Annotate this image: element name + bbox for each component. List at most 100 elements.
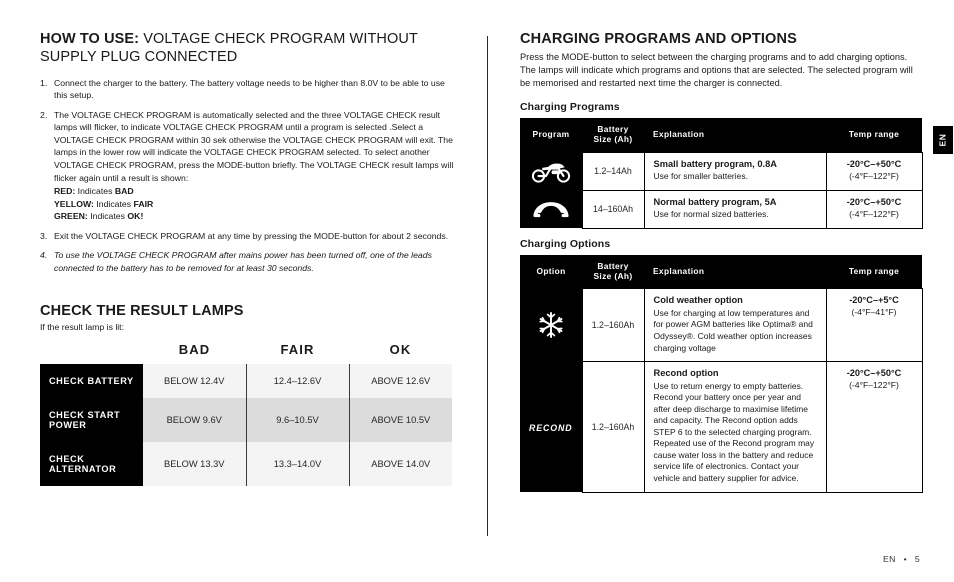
result-lamps-section: CHECK THE RESULT LAMPS If the result lam… <box>40 302 460 487</box>
programs-temp-range: -20°C–+50°C (-4°F–122°F) <box>825 151 923 191</box>
charging-programs-caption: Charging Programs <box>520 101 620 114</box>
step-item-1: 1. Connect the charger to the battery. T… <box>40 77 460 102</box>
step-text: Connect the charger to the battery. The … <box>54 77 445 101</box>
result-cell-bad: BELOW 13.3V <box>143 442 246 487</box>
how-to-use-heading-bold: HOW TO USE: <box>40 31 140 47</box>
right-column: CHARGING PROGRAMS AND OPTIONS Press the … <box>520 30 923 493</box>
programs-header-battery-size: Battery Size (Ah) <box>582 118 644 153</box>
lamp-result-value: FAIR <box>133 198 154 209</box>
step-text: Exit the VOLTAGE CHECK PROGRAM at any ti… <box>54 230 449 241</box>
lamp-color-label: YELLOW: <box>54 198 94 209</box>
charging-programs-title: CHARGING PROGRAMS AND OPTIONS <box>520 31 797 47</box>
programs-explanation-title: Normal battery program, 5A <box>653 196 777 207</box>
lamp-result-value: OK! <box>127 211 144 222</box>
result-lamps-table: BAD FAIR OK CHECK BATTERY BELOW 12.4V 12… <box>40 342 452 487</box>
programs-header-explanation: Explanation <box>644 118 826 153</box>
step-number: 2. <box>40 109 48 120</box>
step-item-2: 2. The VOLTAGE CHECK PROGRAM is automati… <box>40 109 460 223</box>
lamp-result-yellow: YELLOW: Indicates FAIR <box>54 198 460 211</box>
snowflake-icon-glyph <box>539 312 563 339</box>
lamp-result-list: RED: Indicates BAD YELLOW: Indicates FAI… <box>54 185 460 223</box>
snowflake-icon <box>520 288 582 362</box>
options-explanation-title: Recond option <box>653 368 719 379</box>
programs-table-body: 1.2–14Ah Small battery program, 0.8A Use… <box>520 151 923 229</box>
car-icon <box>520 190 582 229</box>
lamp-middle-text: Indicates <box>87 211 128 222</box>
motorcycle-icon <box>520 152 582 191</box>
programs-explanation: Normal battery program, 5A Use for norma… <box>643 189 827 229</box>
temp-celsius: -20°C–+5°C <box>849 295 899 306</box>
footer-language: EN <box>883 554 896 564</box>
temp-fahrenheit: (-4°F–122°F) <box>849 170 899 181</box>
options-header-battery-size: Battery Size (Ah) <box>582 254 644 289</box>
result-header-bad: BAD <box>143 342 246 365</box>
result-header-fair: FAIR <box>246 342 349 365</box>
table-row: 14–160Ah Normal battery program, 5A Use … <box>520 189 923 229</box>
battery-size-line2: Size (Ah) <box>593 133 633 144</box>
lamp-result-green: GREEN: Indicates OK! <box>54 210 460 223</box>
programs-header-temp-range: Temp range <box>826 118 922 153</box>
programs-header-row: Program Battery Size (Ah) Explanation Te… <box>520 118 922 153</box>
language-tab-label: EN <box>937 133 948 147</box>
result-cell-ok: ABOVE 14.0V <box>348 442 452 487</box>
result-header-ok: OK <box>349 342 452 365</box>
programs-explanation-body: Use for normal sized batteries. <box>653 209 769 220</box>
options-explanation: Cold weather option Use for charging at … <box>643 288 827 363</box>
options-explanation-title: Cold weather option <box>653 295 743 306</box>
battery-size-line1: Battery <box>597 260 629 271</box>
programs-table-head: Program Battery Size (Ah) Explanation Te… <box>520 118 922 153</box>
temp-celsius: -20°C–+50°C <box>846 158 902 169</box>
lamp-result-value: BAD <box>114 186 134 197</box>
options-header-explanation: Explanation <box>644 254 826 289</box>
temp-fahrenheit: (-4°F–122°F) <box>849 380 899 390</box>
options-explanation-body: Use to return energy to empty batteries.… <box>653 380 815 484</box>
step-text: To use the VOLTAGE CHECK PROGRAM after m… <box>54 250 432 273</box>
programs-explanation-body: Use for smaller batteries. <box>653 171 748 182</box>
options-header-option: Option <box>520 254 582 289</box>
result-table-header-row: BAD FAIR OK <box>40 342 452 365</box>
how-to-use-steps: 1. Connect the charger to the battery. T… <box>40 77 460 274</box>
result-table-body: CHECK BATTERY BELOW 12.4V 12.4–12.6V ABO… <box>40 364 452 487</box>
step-item-4: 4. To use the VOLTAGE CHECK PROGRAM afte… <box>40 249 460 274</box>
table-row: CHECK START POWER BELOW 9.6V 9.6–10.5V A… <box>40 398 452 443</box>
programs-header-program: Program <box>520 118 582 153</box>
result-lamps-title: CHECK THE RESULT LAMPS <box>40 303 244 320</box>
result-cell-ok: ABOVE 10.5V <box>348 398 452 443</box>
table-row: RECOND 1.2–160Ah Recond option Use to re… <box>520 361 923 493</box>
programs-size: 14–160Ah <box>581 189 645 229</box>
table-row: 1.2–160Ah Cold weather option Use for ch… <box>520 288 923 363</box>
step-number: 3. <box>40 230 48 241</box>
options-header-row: Option Battery Size (Ah) Explanation Tem… <box>520 254 922 289</box>
programs-explanation-title: Small battery program, 0.8A <box>653 158 777 169</box>
lamp-color-label: RED: <box>54 186 76 197</box>
options-explanation: Recond option Use to return energy to em… <box>643 361 827 493</box>
temp-celsius: -20°C–+50°C <box>846 196 902 207</box>
table-row: CHECK BATTERY BELOW 12.4V 12.4–12.6V ABO… <box>40 364 452 399</box>
temp-fahrenheit: (-4°F–122°F) <box>849 208 899 219</box>
result-row-label: CHECK ALTERNATOR <box>40 442 143 487</box>
step-number: 1. <box>40 77 48 88</box>
result-cell-bad: BELOW 12.4V <box>143 364 246 399</box>
options-table-body: 1.2–160Ah Cold weather option Use for ch… <box>520 288 923 493</box>
lamp-result-red: RED: Indicates BAD <box>54 185 460 198</box>
column-divider <box>487 36 488 536</box>
programs-temp-range: -20°C–+50°C (-4°F–122°F) <box>825 189 923 229</box>
battery-size-line1: Battery <box>597 124 629 135</box>
battery-size-line2: Size (Ah) <box>593 270 633 281</box>
result-cell-ok: ABOVE 12.6V <box>348 364 452 399</box>
result-row-label: CHECK BATTERY <box>40 364 143 399</box>
result-cell-fair: 13.3–14.0V <box>245 442 349 487</box>
options-size: 1.2–160Ah <box>581 361 645 493</box>
result-header-blank <box>40 342 143 365</box>
footer-page-number: 5 <box>914 554 920 564</box>
page-footer: EN • 5 <box>883 554 920 564</box>
options-temp-range: -20°C–+5°C (-4°F–41°F) <box>825 288 923 363</box>
result-lamps-subtitle: If the result lamp is lit: <box>40 322 125 333</box>
step-item-3: 3. Exit the VOLTAGE CHECK PROGRAM at any… <box>40 230 460 243</box>
lamp-color-label: GREEN: <box>54 211 88 222</box>
result-cell-fair: 9.6–10.5V <box>245 398 349 443</box>
temp-celsius: -20°C–+50°C <box>846 368 902 379</box>
recond-label-cell: RECOND <box>520 361 582 493</box>
charging-options-table: Option Battery Size (Ah) Explanation Tem… <box>520 254 923 493</box>
manual-page: HOW TO USE: VOLTAGE CHECK PROGRAM WITHOU… <box>0 0 954 582</box>
